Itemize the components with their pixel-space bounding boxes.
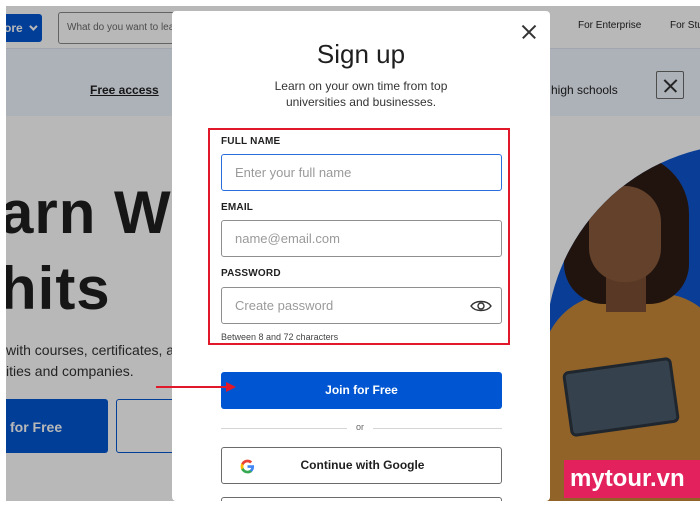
arrow-right-icon: [156, 382, 236, 392]
continue-with-google-button[interactable]: Continue with Google: [221, 447, 502, 484]
modal-subtitle: Learn on your own time from top universi…: [274, 79, 448, 109]
join-for-free-button[interactable]: Join for Free: [221, 372, 502, 409]
watermark-logo: mytour.vn: [564, 460, 700, 498]
password-input[interactable]: [221, 287, 502, 324]
close-icon[interactable]: [521, 24, 537, 40]
divider-line: [373, 428, 502, 429]
password-hint: Between 8 and 72 characters: [221, 332, 339, 342]
modal-title: Sign up: [316, 39, 406, 69]
email-label: EMAIL: [221, 202, 254, 213]
divider-or: or: [355, 422, 364, 432]
password-label: PASSWORD: [221, 268, 281, 279]
email-input[interactable]: [221, 220, 502, 257]
full-name-label: FULL NAME: [221, 136, 281, 147]
next-sso-button[interactable]: [221, 497, 502, 501]
google-button-label: Continue with Google: [300, 458, 425, 472]
divider-line: [221, 428, 347, 429]
eye-icon[interactable]: [470, 299, 492, 313]
signup-modal: Sign up Learn on your own time from top …: [172, 11, 550, 501]
full-name-input[interactable]: [221, 154, 502, 191]
